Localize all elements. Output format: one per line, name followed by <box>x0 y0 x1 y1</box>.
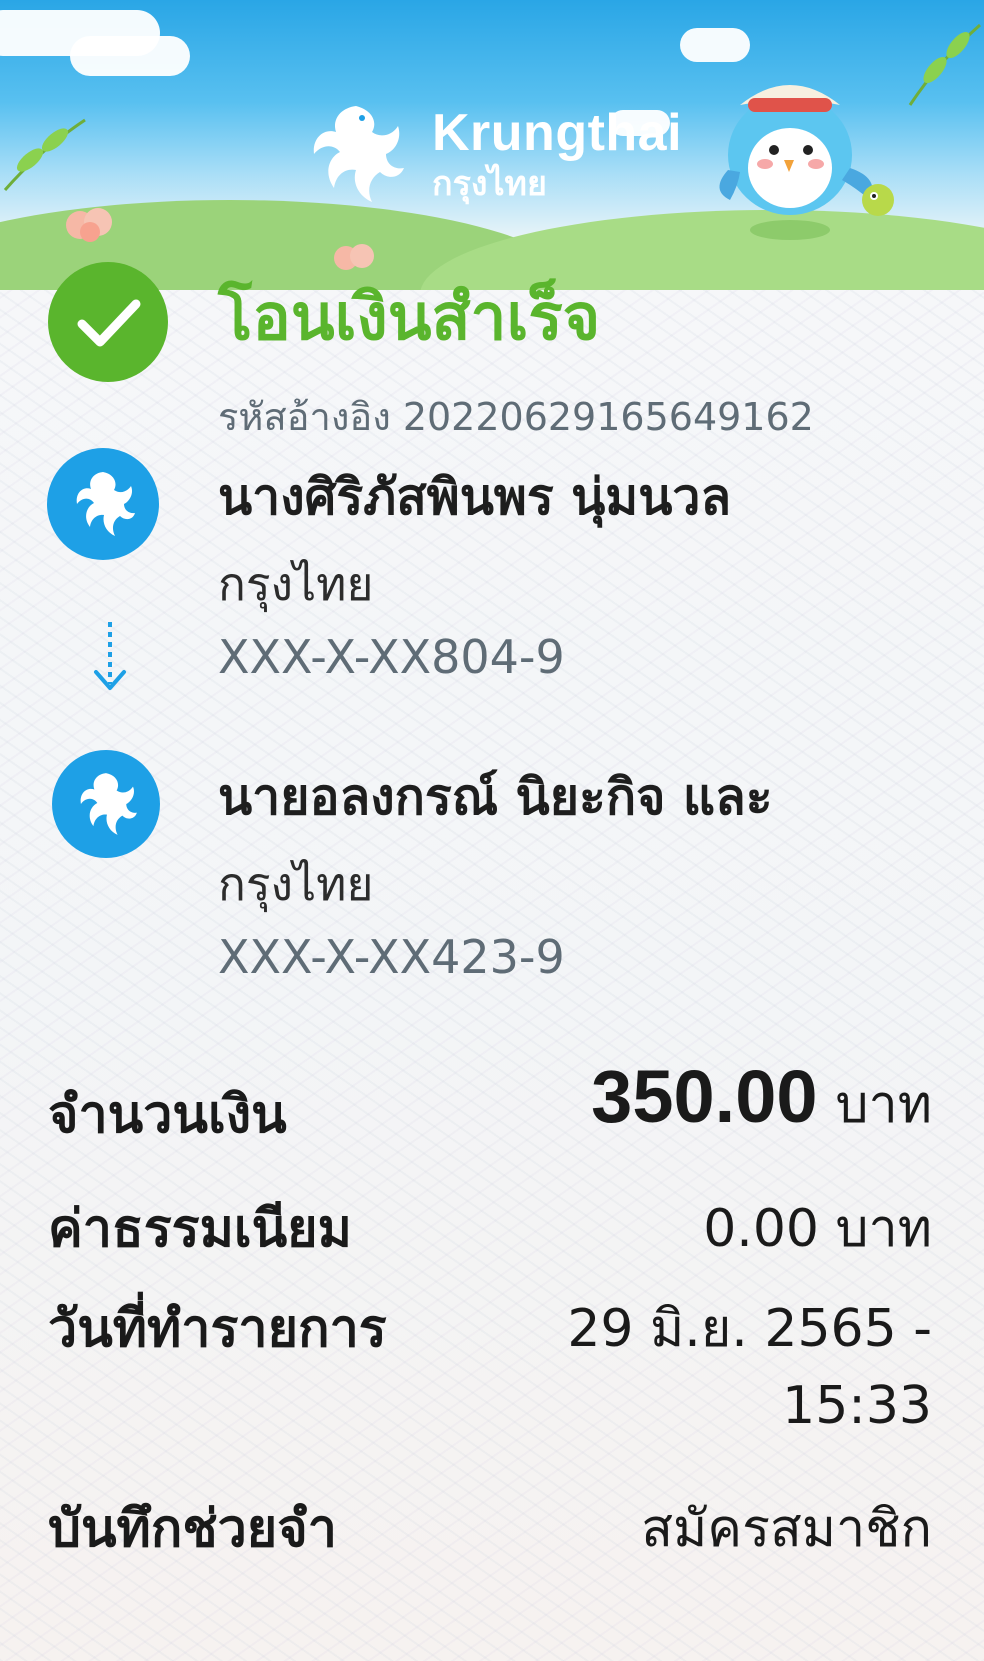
fee-value: 0.00 บาท <box>703 1199 932 1259</box>
sender-bank-name: กรุงไทย <box>218 557 374 611</box>
receiver-bank-name: กรุงไทย <box>218 857 374 911</box>
amount-unit: บาท <box>835 1075 932 1135</box>
check-icon <box>77 299 141 347</box>
success-check-badge <box>48 262 168 382</box>
date-label: วันที่ทำรายการ <box>48 1299 387 1359</box>
receiver-name: นายอลงกรณ์ นิยะกิจ และ <box>218 768 773 826</box>
receiver-account: XXX-X-XX423-9 <box>218 930 565 984</box>
transfer-arrow-down-icon <box>94 622 126 690</box>
amount-value-group: 350.00 บาท <box>591 1054 932 1145</box>
sender-bank-logo <box>47 448 159 560</box>
fee-label: ค่าธรรมเนียม <box>48 1199 352 1259</box>
krungthai-phoenix-icon <box>76 472 135 536</box>
sender-name: นางศิริภัสพินพร นุ่มนวล <box>218 468 732 526</box>
memo-label: บันทึกช่วยจำ <box>48 1499 337 1559</box>
memo-value: สมัครสมาชิก <box>641 1499 932 1559</box>
amount-value: 350.00 <box>591 1055 818 1138</box>
transfer-slip: โอนเงินสำเร็จ รหัสอ้างอิง 20220629165649… <box>0 0 984 1661</box>
date-value-line1: 29 มิ.ย. 2565 - <box>567 1299 932 1359</box>
status-title: โอนเงินสำเร็จ <box>218 281 601 355</box>
receiver-bank-logo <box>52 750 160 858</box>
sender-account: XXX-X-XX804-9 <box>218 630 565 684</box>
reference-code: รหัสอ้างอิง 2022062916564916​2 <box>218 395 814 439</box>
amount-label: จำนวนเงิน <box>48 1085 287 1145</box>
krungthai-phoenix-icon <box>80 773 137 835</box>
date-value-line2: 15:33 <box>782 1376 932 1436</box>
